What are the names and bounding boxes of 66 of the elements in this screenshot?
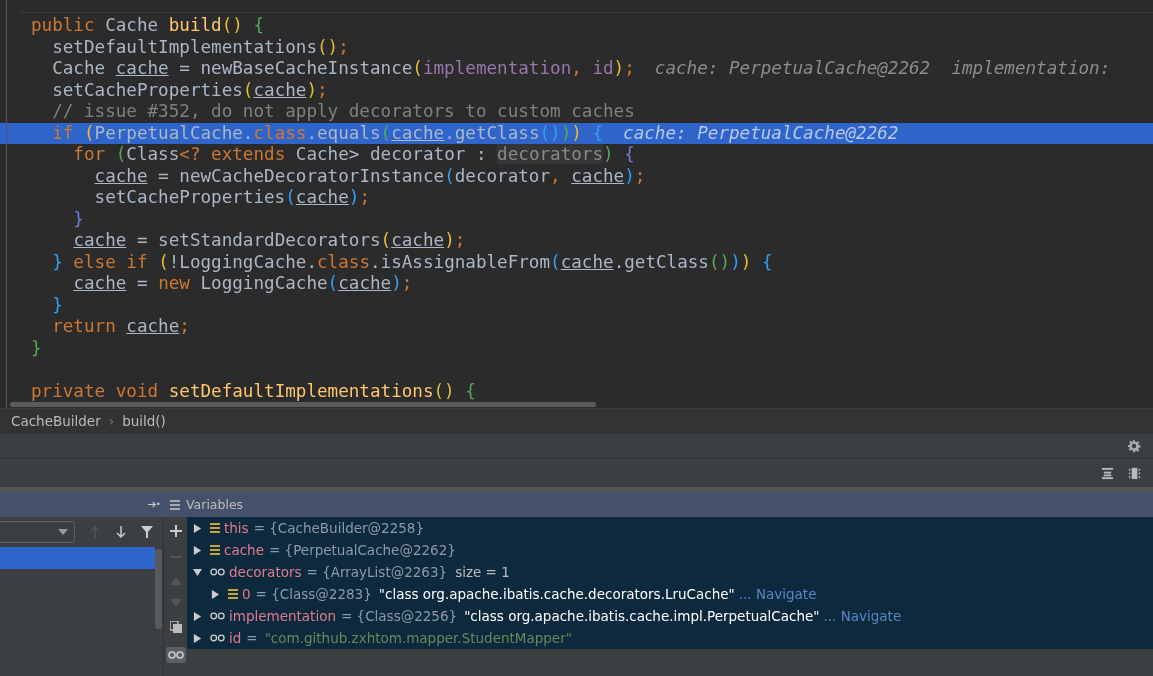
code-line: }: [72, 208, 84, 230]
variable-name: implementation: [229, 608, 336, 624]
code-line: public Cache build() {: [31, 15, 265, 37]
copy-icon[interactable]: [169, 621, 182, 633]
code-line: } else if (!LoggingCache.class.isAssignableFrom(cache.getClass())) {: [51, 251, 773, 273]
vertical-scrollbar[interactable]: [155, 549, 162, 629]
pin-arrow-icon[interactable]: [147, 500, 160, 509]
add-icon[interactable]: [169, 525, 182, 537]
glasses-icon: [210, 612, 225, 620]
watches-toggle-button[interactable]: [165, 647, 186, 663]
code-line: }: [51, 294, 63, 316]
code-line: Cache cache = newBaseCacheInstance(implementation, id);: [51, 58, 635, 80]
code-line: setDefaultImplementations();: [51, 36, 349, 58]
panel-title: Variables: [186, 497, 244, 512]
navigate-link[interactable]: ... Navigate: [823, 608, 902, 624]
field-icon: [228, 589, 238, 599]
inline-value-hint: cache: PerpetualCache@2262 implementation:: [654, 58, 1111, 80]
variable-value: =: [246, 630, 258, 646]
variable-size: size = 1: [455, 564, 510, 580]
variable-value: = {Class@2256}: [340, 608, 458, 624]
breadcrumb-item[interactable]: CacheBuilder: [11, 413, 101, 429]
field-icon: [210, 545, 220, 555]
down-arrow-icon[interactable]: [115, 525, 127, 539]
collapsed-arrow-icon[interactable]: [193, 633, 202, 643]
variable-name: cache: [224, 542, 264, 558]
filter-icon[interactable]: [141, 525, 153, 539]
variable-name: decorators: [229, 564, 302, 580]
collapsed-arrow-icon[interactable]: [193, 523, 202, 533]
field-icon: [210, 523, 220, 533]
code-line: for (Class<? extends Cache> decorator : decorators) {: [72, 144, 635, 166]
code-line: setCacheProperties(cache);: [51, 79, 328, 101]
variable-value: = {PerpetualCache@2262}: [269, 542, 456, 558]
glasses-icon: [210, 634, 225, 642]
variable-string: "com.github.zxhtom.mapper.StudentMapper": [264, 630, 572, 646]
collapsed-arrow-icon[interactable]: [211, 589, 220, 599]
caret-icon: [58, 529, 68, 535]
code-line: if (PerpetualCache.class.equals(cache.getClass())) {: [51, 122, 604, 144]
breadcrumb-item[interactable]: build(): [122, 413, 166, 429]
expanded-arrow-icon[interactable]: [193, 567, 202, 577]
code-line: cache = setStandardDecorators(cache);: [72, 230, 466, 252]
breadcrumb-separator: ›: [108, 413, 115, 429]
code-line: // issue #352, do not apply decorators to custom caches: [51, 101, 635, 123]
collapsed-arrow-icon[interactable]: [193, 611, 202, 621]
variable-value: = {CacheBuilder@2258}: [253, 520, 424, 536]
columns-icon[interactable]: [1128, 466, 1141, 480]
glasses-icon: [210, 568, 225, 576]
variable-name: 0: [242, 586, 251, 602]
variable-name: id: [229, 630, 242, 646]
settings-icon[interactable]: [1127, 439, 1141, 453]
inline-value-hint: cache: PerpetualCache@2262: [623, 122, 899, 144]
variable-string: "class org.apache.ibatis.cache.impl.PerpetualCache": [464, 608, 820, 624]
align-lines-icon[interactable]: [1101, 466, 1114, 480]
code-line: return cache;: [51, 316, 190, 338]
code-line: }: [31, 337, 42, 359]
navigate-link[interactable]: ... Navigate: [738, 586, 817, 602]
variable-value: = {ArrayList@2263}: [306, 564, 448, 580]
list-icon: [170, 499, 180, 510]
code-line: cache = newCacheDecoratorInstance(decorator, cache);: [93, 165, 646, 187]
code-line: private void setDefaultImplementations() {: [31, 380, 476, 402]
variable-string: "class org.apache.ibatis.cache.decorators.LruCache": [378, 586, 735, 602]
variable-name: this: [224, 520, 249, 536]
code-line: cache = new LoggingCache(cache);: [72, 273, 413, 295]
horizontal-scrollbar[interactable]: [10, 402, 596, 407]
collapsed-arrow-icon[interactable]: [193, 545, 202, 555]
variable-value: = {Class@2283}: [255, 586, 372, 602]
code-line: setCacheProperties(cache);: [93, 187, 370, 209]
